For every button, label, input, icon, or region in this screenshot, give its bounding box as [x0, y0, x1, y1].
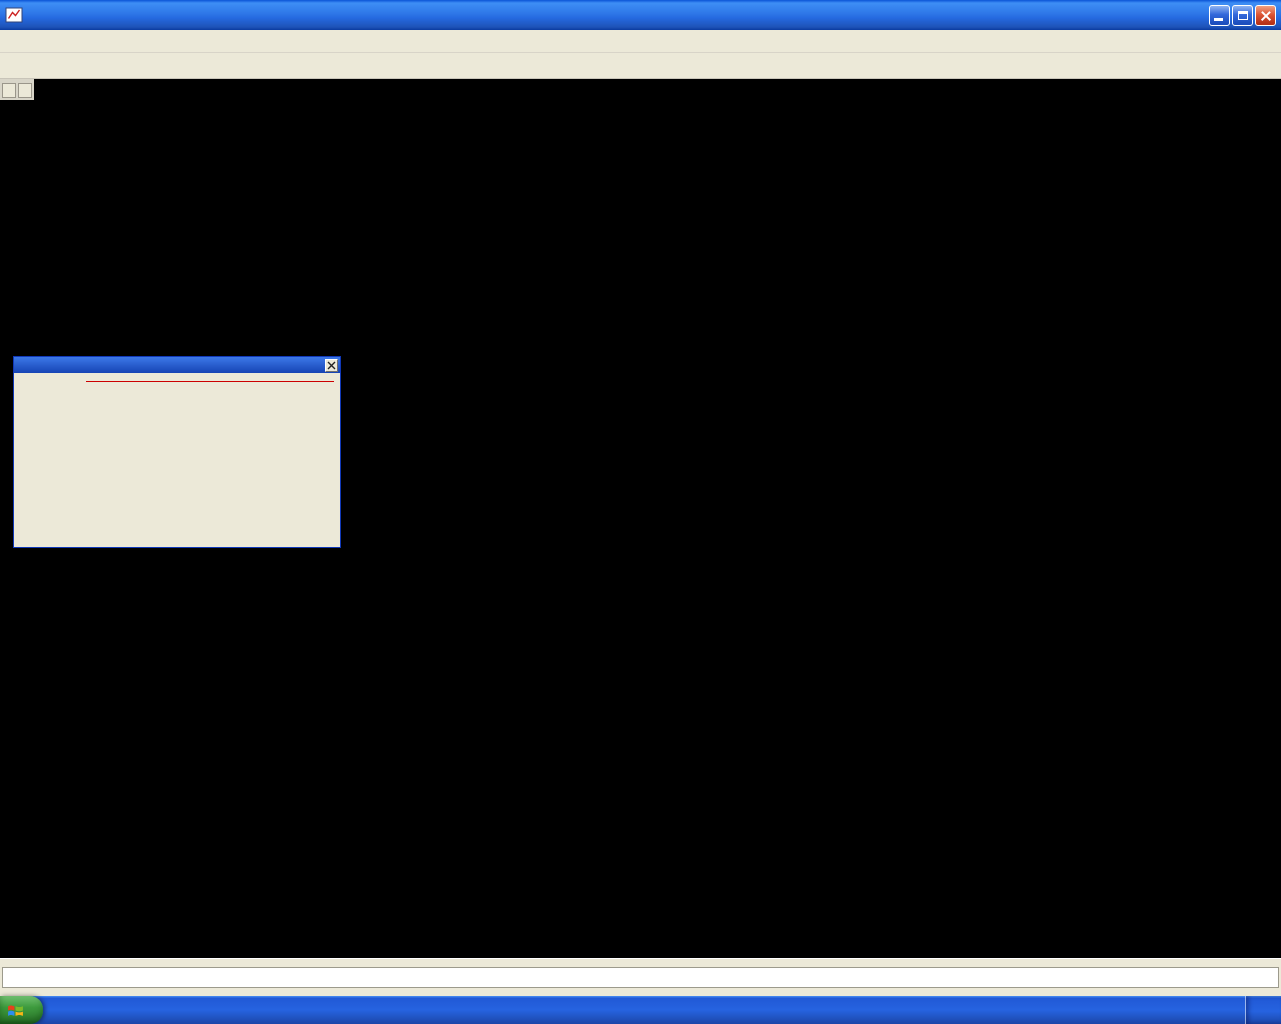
cursor-dialog-close-icon[interactable]: [325, 359, 338, 372]
chart-area: [0, 100, 1281, 958]
titlebar[interactable]: [0, 0, 1281, 30]
status-text: [2, 967, 1279, 988]
status-bar: [0, 958, 1281, 996]
tab-strip: [0, 79, 1281, 100]
tabstrip-filler: [34, 79, 1281, 100]
minimize-icon: [1214, 17, 1223, 21]
close-button[interactable]: [1255, 4, 1276, 26]
tab-scroll-right-icon[interactable]: [18, 83, 32, 98]
windows-flag-icon: [8, 1004, 23, 1016]
app-icon: [5, 5, 25, 25]
restore-button[interactable]: [1232, 4, 1253, 26]
toolbar: [0, 53, 1281, 79]
tab-scroll-left-icon[interactable]: [2, 83, 16, 98]
cursor-trace-name: [86, 379, 334, 382]
caption-buttons: [1209, 4, 1276, 26]
cursor-dialog-titlebar[interactable]: [14, 357, 340, 373]
minimize-button[interactable]: [1209, 4, 1230, 26]
system-tray: [1245, 996, 1281, 1024]
start-button[interactable]: [0, 996, 43, 1024]
tab-scroll-controls: [0, 81, 34, 100]
menubar: [0, 30, 1281, 53]
taskbar: [0, 996, 1281, 1024]
cursor-dialog[interactable]: [13, 356, 341, 548]
restore-icon: [1237, 10, 1248, 20]
